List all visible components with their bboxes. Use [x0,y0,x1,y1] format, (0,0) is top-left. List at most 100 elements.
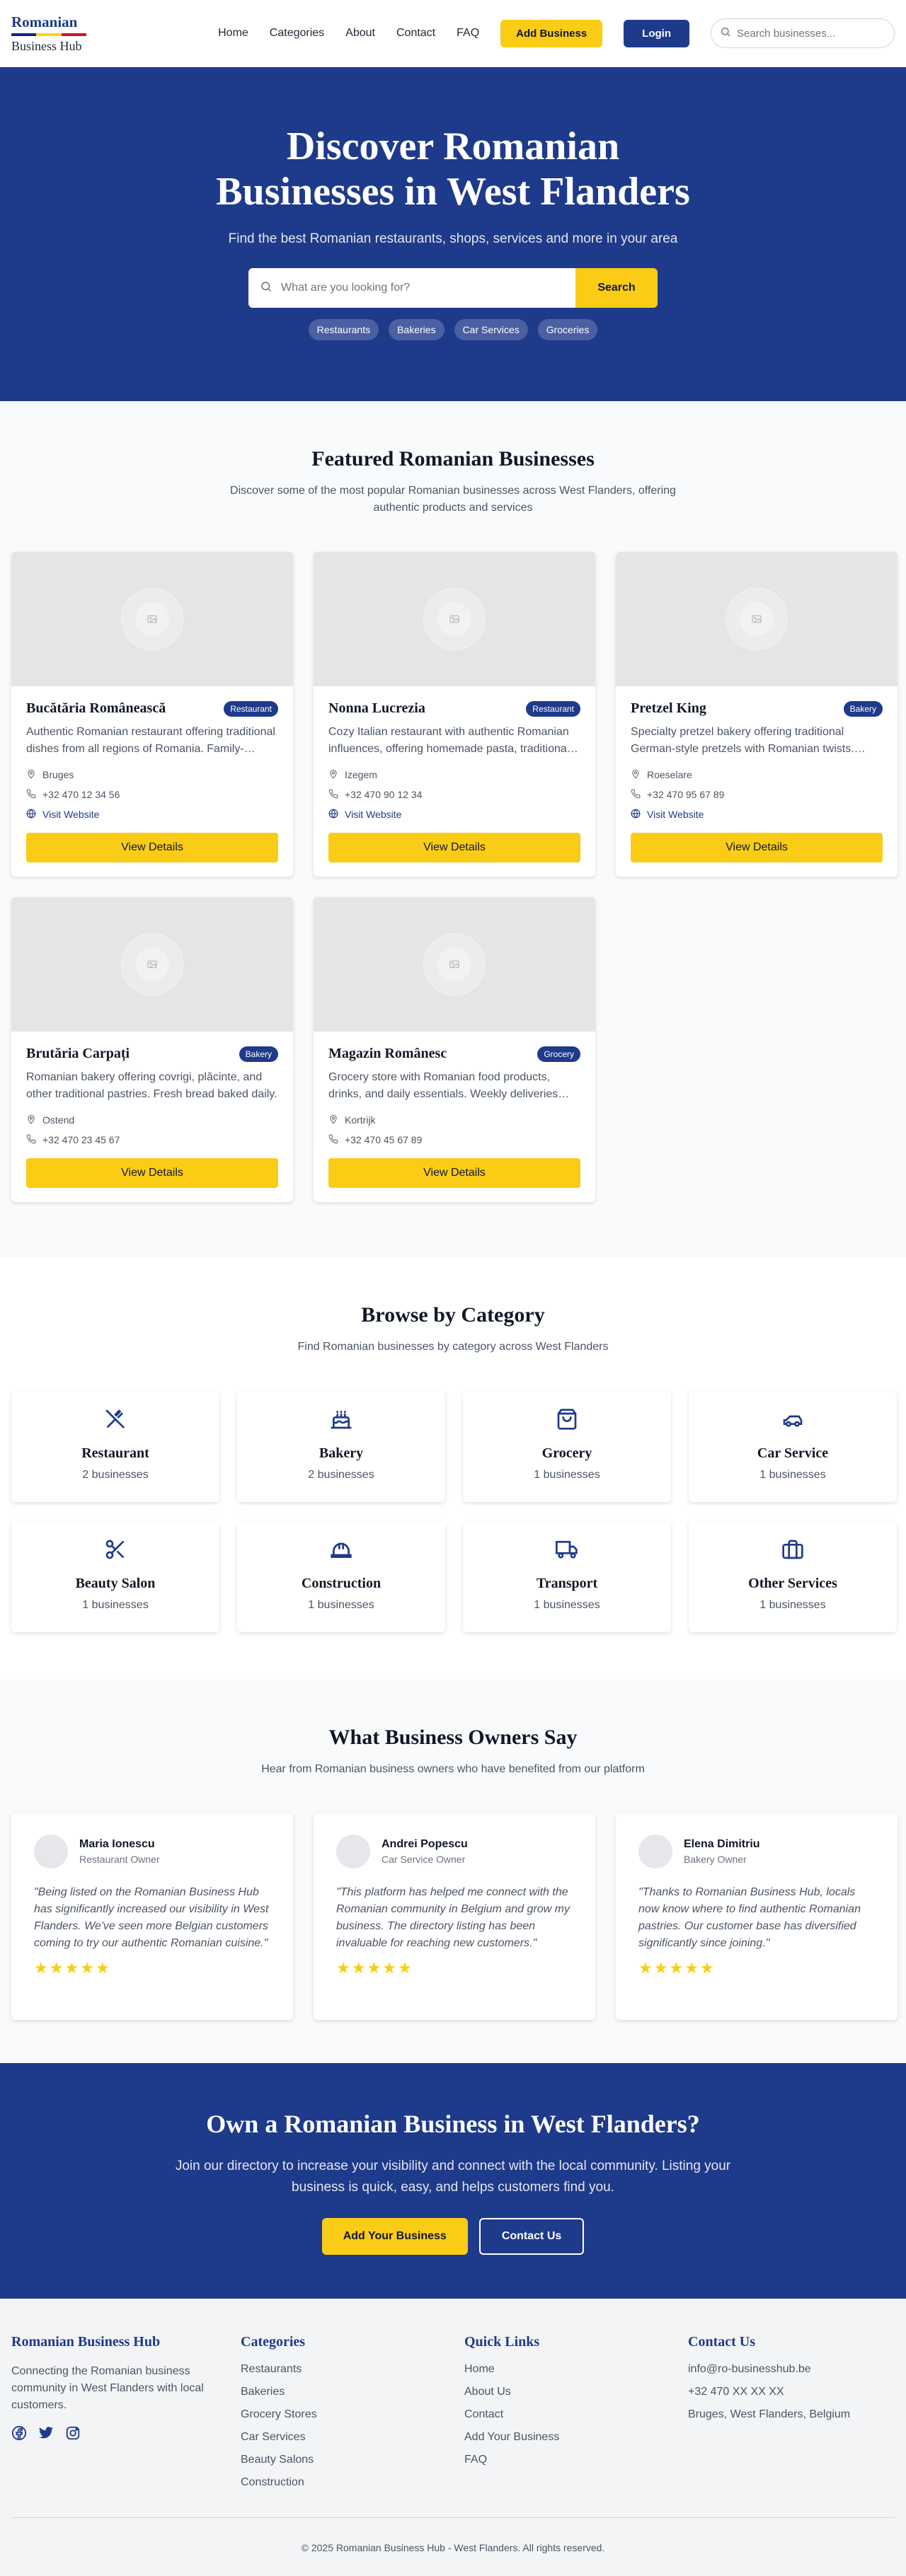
map-pin-icon [26,769,36,781]
cta-add-business-button[interactable]: Add Your Business [321,2218,468,2255]
business-description: Grocery store with Romanian food product… [328,1071,570,1100]
footer-link-bakeries[interactable]: Bakeries [241,2386,447,2398]
logo-top-text: Romanian [11,13,78,30]
business-location: Kortrijk [328,1113,580,1127]
star-rating: ★★★★★ [638,1959,875,1977]
category-card-bakery[interactable]: Bakery 2 businesses [237,1391,445,1502]
map-pin-icon [26,1114,36,1126]
business-card-brutaria-carpati: Brutăria Carpați Bakery Romanian bakery of… [11,897,293,1202]
footer-link-about[interactable]: About Us [464,2386,671,2398]
nav-faq[interactable]: FAQ [457,27,479,40]
hero-search-button[interactable]: Search [575,268,658,308]
footer-link-grocery-stores[interactable]: Grocery Stores [241,2408,447,2421]
visit-website-link[interactable]: Visit Website [26,807,278,821]
testimonial-author: Elena Dimitriu [684,1838,760,1850]
footer-link-contact[interactable]: Contact [464,2408,671,2421]
business-name: Magazin Românesc [328,1046,447,1061]
category-card-restaurant[interactable]: Restaurant 2 businesses [11,1391,219,1502]
view-details-button[interactable]: View Details [26,1158,278,1188]
nav-home[interactable]: Home [218,27,248,40]
footer-link-add-business[interactable]: Add Your Business [464,2431,671,2444]
footer-link-car-services[interactable]: Car Services [241,2431,447,2444]
twitter-icon[interactable] [38,2425,54,2444]
category-count: 1 businesses [759,1469,826,1481]
category-card-construction[interactable]: Construction 1 businesses [237,1521,445,1632]
footer-link-construction[interactable]: Construction [241,2476,447,2489]
star-icon: ★ [684,1959,700,1977]
category-card-transport[interactable]: Transport 1 businesses [463,1521,671,1632]
star-icon: ★ [653,1959,670,1977]
business-location: Izegem [328,768,580,782]
business-image-placeholder [314,552,595,686]
footer-address: Bruges, West Flanders, Belgium [688,2408,851,2420]
nav-categories[interactable]: Categories [270,27,324,40]
header-search-input[interactable] [737,27,885,40]
globe-icon [26,808,36,821]
cake-icon [330,1408,352,1434]
visit-website-link[interactable]: Visit Website [328,807,580,821]
footer-categories-title: Categories [241,2334,306,2350]
business-location: Ostend [26,1113,278,1127]
featured-subtitle: Discover some of the most popular Romani… [230,485,676,514]
avatar [638,1835,672,1869]
business-card-bucataria-romaneasca: Bucătăria Românească Restaurant Authentic … [11,552,293,877]
hero-subtitle: Find the best Romanian restaurants, shop… [228,231,678,246]
category-name: Construction [301,1576,382,1591]
star-icon: ★ [34,1959,50,1977]
business-location: Bruges [26,768,278,782]
login-button[interactable]: Login [624,19,689,47]
business-card-nonna-lucrezia: Nonna Lucrezia Restaurant Cozy Italian res… [314,552,595,877]
category-card-other-services[interactable]: Other Services 1 businesses [689,1521,897,1632]
nav-contact[interactable]: Contact [396,27,435,40]
view-details-button[interactable]: View Details [328,833,580,862]
visit-website-link[interactable]: Visit Website [631,807,883,821]
business-phone: +32 470 45 67 89 [328,1133,580,1147]
truck-icon [556,1538,578,1564]
footer-columns: Romanian Business Hub Connecting the Rom… [11,2334,895,2499]
category-badge: Bakery [239,1046,278,1062]
star-icon: ★ [382,1959,398,1977]
phone-icon [328,789,338,801]
nav-about[interactable]: About [345,27,375,40]
hero-search-field[interactable] [248,268,575,308]
footer-link-faq[interactable]: FAQ [464,2454,671,2466]
hero-title-line1: Discover Romanian [286,125,620,168]
category-card-car-service[interactable]: Car Service 1 businesses [689,1391,897,1502]
add-business-button[interactable]: Add Business [500,19,603,47]
business-card-pretzel-king: Pretzel King Bakery Specialty pretzel bake… [616,552,898,877]
category-count: 2 businesses [82,1469,149,1481]
facebook-icon[interactable] [11,2425,27,2444]
footer-link-home[interactable]: Home [464,2363,671,2376]
star-icon: ★ [351,1959,367,1977]
categories-section: Browse by Category Find Romanian busines… [0,1257,906,1680]
image-icon [437,602,471,636]
category-card-beauty-salon[interactable]: Beauty Salon 1 businesses [11,1521,219,1632]
footer-link-restaurants[interactable]: Restaurants [241,2363,447,2376]
hero-search-input[interactable] [281,282,564,294]
view-details-button[interactable]: View Details [631,833,883,862]
chip-restaurants[interactable]: Restaurants [308,319,379,340]
header-search[interactable] [711,18,895,48]
phone-icon [631,789,641,801]
footer-email[interactable]: info@ro-businesshub.be [688,2363,895,2376]
business-phone: +32 470 12 34 56 [26,787,278,802]
category-badge: Restaurant [224,700,278,717]
view-details-button[interactable]: View Details [26,833,278,862]
business-description: Authentic Romanian restaurant offering t… [26,726,275,755]
instagram-icon[interactable] [65,2425,81,2444]
testimonials-subtitle: Hear from Romanian business owners who h… [261,1763,645,1775]
testimonial-quote: "Being listed on the Romanian Business H… [34,1886,269,1949]
chip-groceries[interactable]: Groceries [537,319,598,340]
site-logo[interactable]: Romanian Business Hub [11,13,86,52]
footer-link-beauty-salons[interactable]: Beauty Salons [241,2454,447,2466]
featured-title: Featured Romanian Businesses [311,447,595,470]
site-header: Romanian Business Hub Home Categories Ab… [0,0,906,67]
category-name: Other Services [748,1576,837,1591]
cta-contact-button[interactable]: Contact Us [478,2218,585,2255]
chip-car-services[interactable]: Car Services [454,319,528,340]
testimonials-title: What Business Owners Say [328,1726,578,1749]
testimonial-role: Car Service Owner [382,1854,466,1865]
chip-bakeries[interactable]: Bakeries [389,319,445,340]
view-details-button[interactable]: View Details [328,1158,580,1188]
category-card-grocery[interactable]: Grocery 1 businesses [463,1391,671,1502]
